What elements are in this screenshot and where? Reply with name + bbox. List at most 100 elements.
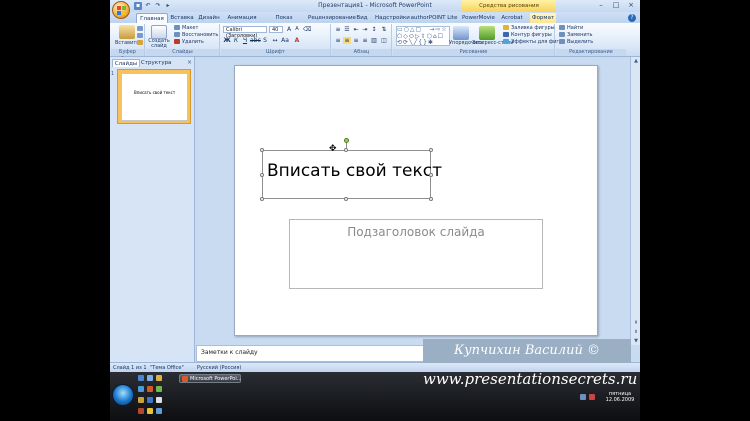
tab-outline-pane[interactable]: Структура xyxy=(141,59,171,67)
slide-canvas[interactable]: Вписать свой текст ✥ Подзаголовок слайда xyxy=(234,65,598,336)
smartart-icon[interactable]: ◫ xyxy=(380,37,388,44)
scroll-down-icon[interactable]: ▼ xyxy=(632,337,640,345)
text-direction-icon[interactable]: ⇅ xyxy=(380,26,388,33)
clear-format-icon[interactable]: ⌫ xyxy=(303,26,311,33)
shapes-gallery[interactable]: ▭○△▢⌒→⇨☆ ⬠◇⬭▷⇧⬡⌂☐ ⟲⟳╲╱{}✱ xyxy=(396,26,450,46)
replace-icon[interactable] xyxy=(559,32,565,37)
quicklaunch-icon[interactable] xyxy=(156,386,162,392)
font-name-combo[interactable]: Calibri (Заголовки) xyxy=(223,26,267,39)
increase-indent-icon[interactable]: ⇥ xyxy=(361,26,369,33)
cut-icon[interactable] xyxy=(137,26,143,31)
tab-animation[interactable]: Анимация xyxy=(226,13,258,23)
tray-icon[interactable] xyxy=(580,394,586,400)
resize-handle[interactable] xyxy=(429,148,433,152)
tab-design[interactable]: Дизайн xyxy=(197,13,221,23)
scroll-up-page-icon[interactable]: ⇞ xyxy=(632,319,640,327)
font-color-icon[interactable]: A xyxy=(293,37,301,44)
tab-view[interactable]: Вид xyxy=(355,13,369,23)
quicklaunch-icon[interactable] xyxy=(156,408,162,414)
delete-icon[interactable] xyxy=(174,39,180,44)
spacing-icon[interactable]: ↔ xyxy=(271,37,279,44)
pane-close-icon[interactable]: × xyxy=(187,59,192,67)
rotation-handle[interactable] xyxy=(344,138,349,143)
grow-font-icon[interactable]: A xyxy=(285,26,293,33)
tab-slides-pane[interactable]: Слайды xyxy=(112,59,140,67)
reset-button[interactable]: Восстановить xyxy=(182,32,218,38)
tray-icon[interactable] xyxy=(589,394,595,400)
align-left-icon[interactable]: ≡ xyxy=(334,37,342,44)
quicklaunch-icon[interactable] xyxy=(147,386,153,392)
start-button[interactable] xyxy=(112,384,134,406)
resize-handle[interactable] xyxy=(429,173,433,177)
change-case-icon[interactable]: Aa xyxy=(281,37,289,44)
slide-title-text[interactable]: Вписать свой текст xyxy=(267,161,442,181)
paste-button[interactable]: Вставить xyxy=(115,40,139,46)
select-button[interactable]: Выделить xyxy=(567,39,593,45)
tab-insert[interactable]: Вставка xyxy=(170,13,194,23)
delete-button[interactable]: Удалить xyxy=(182,39,204,45)
help-icon[interactable]: ? xyxy=(628,14,636,22)
italic-button[interactable]: К xyxy=(232,37,240,44)
tab-powermovie[interactable]: PowerMovie xyxy=(462,13,495,23)
quicklaunch-icon[interactable] xyxy=(156,375,162,381)
shrink-font-icon[interactable]: A xyxy=(293,26,301,33)
minimize-icon[interactable]: – xyxy=(594,1,608,10)
justify-icon[interactable]: ≡ xyxy=(361,37,369,44)
quicklaunch-icon[interactable] xyxy=(147,375,153,381)
resize-handle[interactable] xyxy=(429,197,433,201)
quick-styles-icon[interactable] xyxy=(479,26,495,40)
format-painter-icon[interactable] xyxy=(137,40,143,45)
paste-icon[interactable] xyxy=(119,25,135,39)
shape-effects-icon[interactable] xyxy=(503,39,509,44)
resize-handle[interactable] xyxy=(260,197,264,201)
tab-format[interactable]: Формат xyxy=(530,13,556,23)
layout-button[interactable]: Макет xyxy=(182,25,198,31)
new-slide-button[interactable]: Создать слайд xyxy=(147,39,171,49)
scroll-down-page-icon[interactable]: ⇟ xyxy=(632,328,640,336)
quicklaunch-icon[interactable] xyxy=(147,408,153,414)
line-spacing-icon[interactable]: ↕ xyxy=(370,26,378,33)
subtitle-placeholder[interactable]: Подзаголовок слайда xyxy=(289,219,543,289)
align-center-icon[interactable]: ≡ xyxy=(343,37,351,44)
new-slide-icon[interactable] xyxy=(151,25,167,39)
tab-home[interactable]: Главная xyxy=(136,13,168,23)
resize-handle[interactable] xyxy=(260,148,264,152)
copy-icon[interactable] xyxy=(137,33,143,38)
bold-button[interactable]: Ж xyxy=(223,37,231,44)
replace-button[interactable]: Заменить xyxy=(567,32,593,38)
arrange-icon[interactable] xyxy=(453,26,469,40)
notes-placeholder[interactable]: Заметки к слайду xyxy=(201,349,258,356)
close-icon[interactable]: × xyxy=(624,1,638,10)
quicklaunch-icon[interactable] xyxy=(138,386,144,392)
quicklaunch-icon[interactable] xyxy=(138,397,144,403)
scroll-up-icon[interactable]: ▲ xyxy=(632,57,640,65)
reset-icon[interactable] xyxy=(174,32,180,37)
layout-icon[interactable] xyxy=(174,25,180,30)
vertical-scrollbar[interactable]: ▲ ⇞ ⇟ ▼ xyxy=(630,57,640,345)
bullets-icon[interactable]: ≡ xyxy=(334,26,342,33)
font-size-combo[interactable]: 40 xyxy=(269,26,283,33)
numbering-icon[interactable]: ☰ xyxy=(343,26,351,33)
status-language[interactable]: Русский (Россия) xyxy=(197,364,241,372)
tab-review[interactable]: Рецензирование xyxy=(308,13,356,23)
tab-slideshow[interactable]: Показ слайдов xyxy=(263,13,305,31)
shape-fill-icon[interactable] xyxy=(503,25,509,30)
select-icon[interactable] xyxy=(559,39,565,44)
tab-acrobat[interactable]: Acrobat xyxy=(500,13,524,23)
tab-addins[interactable]: Надстройки xyxy=(375,13,410,23)
slide-subtitle-text[interactable]: Подзаголовок слайда xyxy=(290,225,542,239)
quicklaunch-icon[interactable] xyxy=(156,397,162,403)
decrease-indent-icon[interactable]: ⇤ xyxy=(352,26,360,33)
shadow-icon[interactable]: S xyxy=(261,37,269,44)
maximize-icon[interactable]: □ xyxy=(609,1,623,10)
find-icon[interactable] xyxy=(559,25,565,30)
shape-fill-button[interactable]: Заливка фигуры xyxy=(511,25,555,31)
slide-thumbnail-selected[interactable]: Вписать свой текст xyxy=(117,69,191,124)
quicklaunch-icon[interactable] xyxy=(138,375,144,381)
quicklaunch-icon[interactable] xyxy=(147,397,153,403)
taskbar-powerpoint[interactable]: Microsoft PowerPoi... xyxy=(179,374,242,383)
align-right-icon[interactable]: ≡ xyxy=(352,37,360,44)
columns-icon[interactable]: ▥ xyxy=(370,37,378,44)
title-placeholder[interactable]: Вписать свой текст xyxy=(262,150,442,199)
find-button[interactable]: Найти xyxy=(567,25,583,31)
